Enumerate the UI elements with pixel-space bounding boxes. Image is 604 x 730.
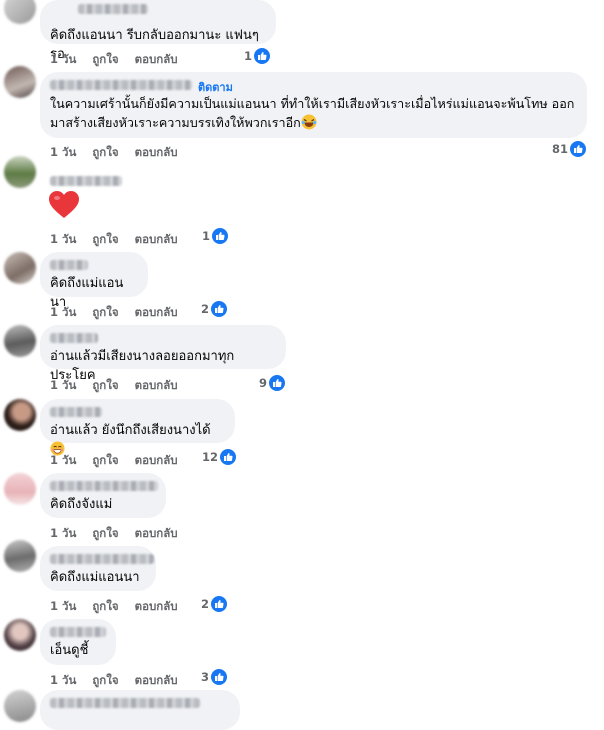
avatar[interactable]	[4, 540, 36, 572]
heart-emoji-icon	[48, 190, 80, 224]
comment-time[interactable]: 1 วัน	[50, 145, 76, 159]
commenter-name[interactable]	[50, 479, 158, 493]
commenter-name[interactable]	[50, 4, 266, 20]
reaction-count[interactable]: 1	[202, 228, 229, 244]
comment-time[interactable]: 1 วัน	[50, 305, 76, 319]
reaction-count[interactable]: 81	[552, 141, 587, 157]
avatar[interactable]	[4, 399, 36, 431]
comment-time[interactable]: 1 วัน	[50, 526, 76, 540]
like-thumb-icon	[220, 449, 237, 465]
comment-actions: 1 วัน ถูกใจ ตอบกลับ	[50, 51, 194, 69]
comment-text-line-2: มาสร้างเสียงหัวเราะความบรรเทิงให้พวกเราอ…	[50, 113, 577, 135]
reaction-count[interactable]: 12	[202, 449, 237, 465]
comment-bubble	[40, 690, 240, 730]
like-thumb-icon	[211, 596, 228, 612]
comment-time[interactable]: 1 วัน	[50, 599, 76, 613]
reaction-count[interactable]: 3	[201, 669, 228, 685]
like-button[interactable]: ถูกใจ	[92, 378, 118, 392]
commenter-name[interactable]	[50, 625, 106, 639]
like-button[interactable]: ถูกใจ	[92, 232, 118, 246]
comment-actions: 1 วัน ถูกใจ ตอบกลับ	[50, 672, 194, 690]
reply-button[interactable]: ตอบกลับ	[135, 378, 178, 392]
comment-bubble: อ่านแล้วมีเสียงนางลอยออกมาทุกประโยค	[40, 325, 286, 383]
commenter-name[interactable]	[50, 174, 122, 188]
reaction-number: 9	[259, 376, 268, 390]
reply-button[interactable]: ตอบกลับ	[135, 52, 178, 66]
avatar[interactable]	[4, 325, 36, 357]
avatar[interactable]	[4, 690, 36, 722]
like-button[interactable]: ถูกใจ	[92, 145, 118, 159]
avatar[interactable]	[4, 0, 36, 24]
comment-actions: 1 วัน ถูกใจ ตอบกลับ	[50, 598, 194, 616]
like-button[interactable]: ถูกใจ	[92, 305, 118, 319]
like-button[interactable]: ถูกใจ	[92, 599, 118, 613]
reaction-number: 81	[552, 142, 569, 156]
like-thumb-icon	[570, 141, 587, 157]
reaction-number: 1	[244, 49, 253, 63]
comment-actions: 1 วัน ถูกใจ ตอบกลับ	[50, 452, 194, 470]
commenter-name[interactable]	[50, 696, 230, 710]
reply-button[interactable]: ตอบกลับ	[135, 453, 178, 467]
commenter-name[interactable]	[50, 552, 154, 566]
comment-actions: 1 วัน ถูกใจ ตอบกลับ	[50, 525, 194, 543]
like-button[interactable]: ถูกใจ	[92, 52, 118, 66]
like-button[interactable]: ถูกใจ	[92, 453, 118, 467]
reaction-number: 3	[201, 670, 210, 684]
reply-button[interactable]: ตอบกลับ	[135, 673, 178, 687]
reply-button[interactable]: ตอบกลับ	[135, 232, 178, 246]
like-thumb-icon	[254, 48, 271, 64]
commenter-name[interactable]	[50, 258, 138, 272]
comment-bubble: คิดถึงแม่แอนนา	[40, 252, 148, 310]
comment-text: คิดถึงจังแม่	[50, 497, 113, 512]
like-thumb-icon	[211, 301, 228, 317]
comment-text-line-2-text: มาสร้างเสียงหัวเราะความบรรเทิงให้พวกเราอ…	[50, 115, 301, 130]
comment-bubble: อ่านแล้ว ยังนึกถึงเสียงนางได้	[40, 399, 235, 456]
like-thumb-icon	[211, 669, 228, 685]
avatar[interactable]	[4, 252, 36, 284]
commenter-name[interactable]: ติดตาม	[50, 78, 577, 94]
avatar[interactable]	[4, 619, 36, 651]
commenter-name[interactable]	[50, 405, 225, 419]
reaction-number: 12	[202, 450, 219, 464]
comment-text-line-1: ในความเศร้านั้นก็ยังมีความเป็นแม่แอนนา ท…	[50, 96, 575, 111]
comment-bubble: คิดถึงแอนนา รีบกลับออกมานะ แฟนๆรอ	[40, 0, 276, 62]
reaction-number: 2	[201, 597, 210, 611]
comment-text-content: อ่านแล้ว ยังนึกถึงเสียงนางได้	[50, 423, 211, 438]
comment-actions: 1 วัน ถูกใจ ตอบกลับ	[50, 144, 194, 162]
comment-actions: 1 วัน ถูกใจ ตอบกลับ	[50, 304, 194, 322]
comment-time[interactable]: 1 วัน	[50, 378, 76, 392]
like-thumb-icon	[269, 375, 286, 391]
reaction-count[interactable]: 2	[201, 301, 228, 317]
follow-button[interactable]: ติดตาม	[198, 78, 233, 96]
avatar[interactable]	[4, 66, 36, 98]
avatar[interactable]	[4, 473, 36, 505]
comment-actions: 1 วัน ถูกใจ ตอบกลับ	[50, 231, 194, 249]
laughing-emoji-icon	[301, 114, 317, 135]
like-thumb-icon	[212, 228, 229, 244]
like-button[interactable]: ถูกใจ	[92, 526, 118, 540]
reaction-count[interactable]: 1	[244, 48, 271, 64]
reaction-count[interactable]: 2	[201, 596, 228, 612]
commenter-name[interactable]	[50, 331, 276, 345]
comment-bubble: ติดตาม ในความเศร้านั้นก็ยังมีความเป็นแม่…	[40, 72, 587, 138]
reply-button[interactable]: ตอบกลับ	[135, 526, 178, 540]
avatar[interactable]	[4, 156, 36, 188]
reaction-number: 2	[201, 302, 210, 316]
comment-text: คิดถึงแม่แอนนา	[50, 570, 140, 585]
reply-button[interactable]: ตอบกลับ	[135, 599, 178, 613]
comment-actions: 1 วัน ถูกใจ ตอบกลับ	[50, 377, 194, 395]
reaction-number: 1	[202, 229, 211, 243]
comment-time[interactable]: 1 วัน	[50, 453, 76, 467]
like-button[interactable]: ถูกใจ	[92, 673, 118, 687]
comment-time[interactable]: 1 วัน	[50, 232, 76, 246]
comment-time[interactable]: 1 วัน	[50, 52, 76, 66]
reply-button[interactable]: ตอบกลับ	[135, 305, 178, 319]
reply-button[interactable]: ตอบกลับ	[135, 145, 178, 159]
comment-text: เอ็นดูชี้	[50, 643, 89, 658]
comment-bubble: คิดถึงจังแม่	[40, 473, 166, 518]
comment-bubble: เอ็นดูชี้	[40, 619, 116, 665]
comment-time[interactable]: 1 วัน	[50, 673, 76, 687]
comment-bubble: คิดถึงแม่แอนนา	[40, 546, 156, 591]
reaction-count[interactable]: 9	[259, 375, 286, 391]
